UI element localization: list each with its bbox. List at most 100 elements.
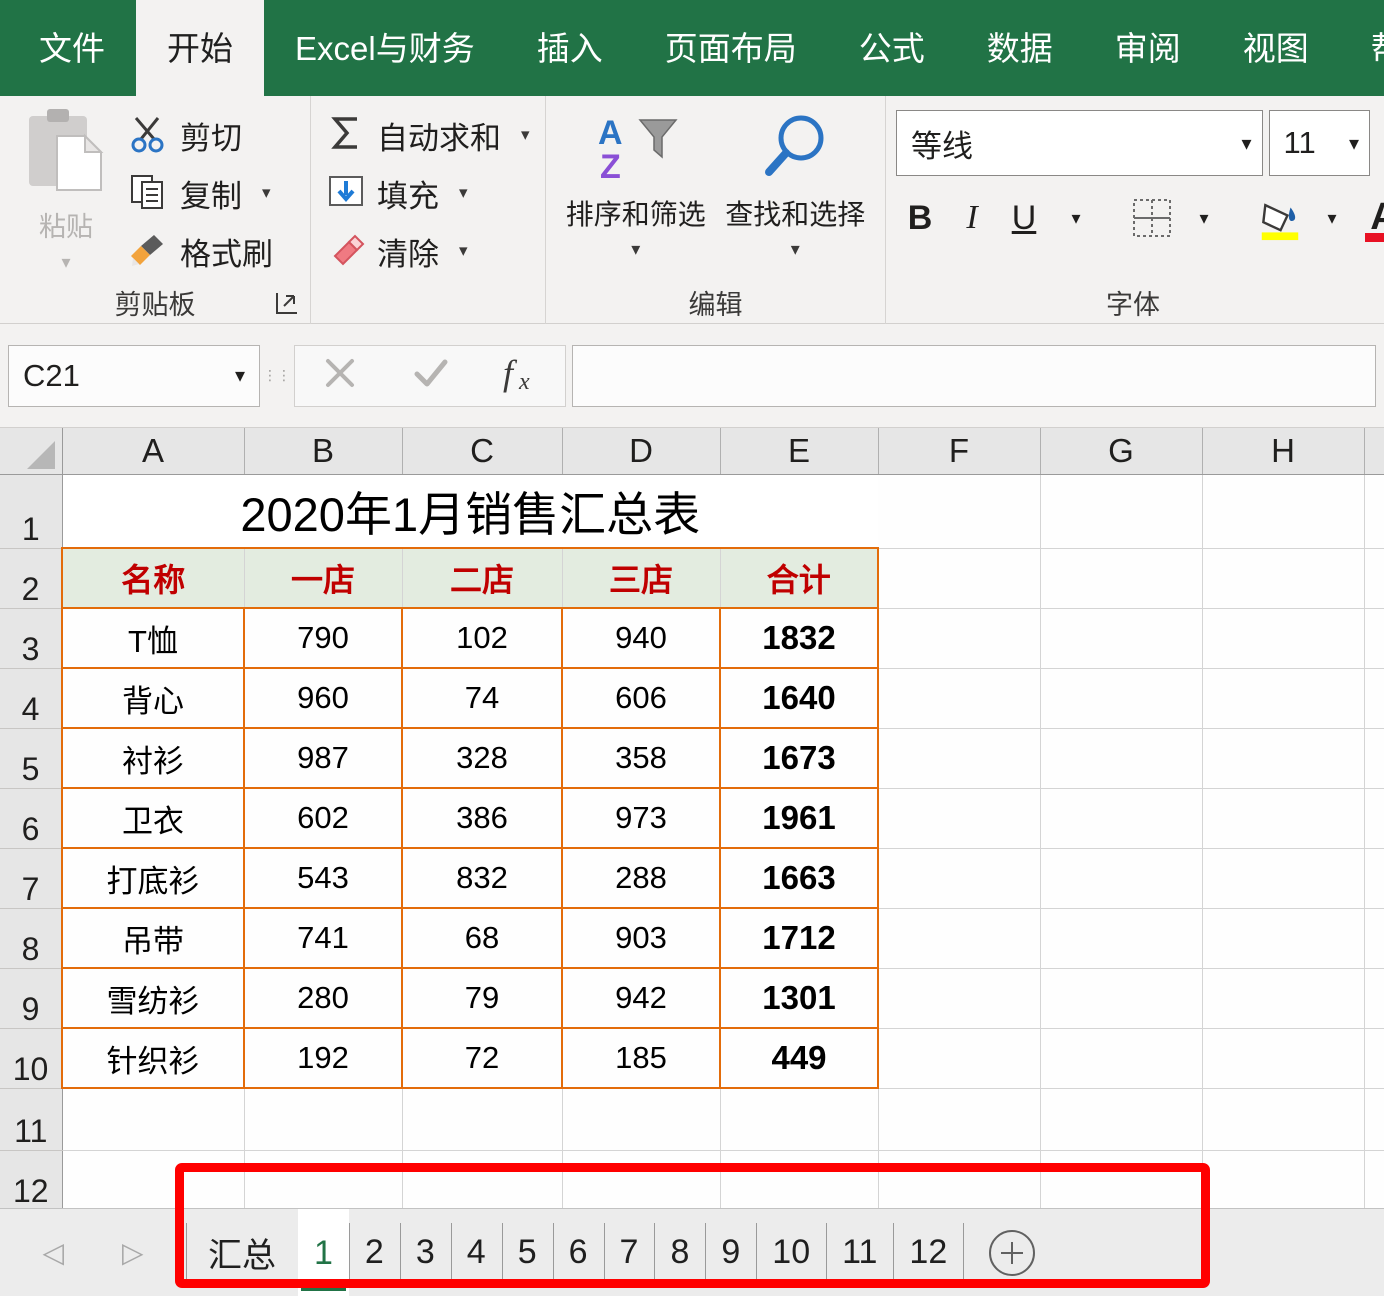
table-cell-s1[interactable]: 192 <box>243 1028 403 1089</box>
empty-cell[interactable] <box>1202 1028 1365 1089</box>
select-all-corner[interactable] <box>0 428 63 475</box>
sheet-tab-汇总[interactable]: 汇总 <box>186 1209 298 1296</box>
add-sheet-button[interactable] <box>964 1209 1060 1296</box>
empty-cell[interactable] <box>878 788 1041 849</box>
table-cell-name[interactable]: 卫衣 <box>61 788 245 849</box>
row-header-5[interactable]: 5 <box>0 728 63 789</box>
formula-bar-grip[interactable]: ⋮⋮ <box>260 345 294 407</box>
sheet-tab-1[interactable]: 1 <box>298 1209 349 1296</box>
column-header-H[interactable]: H <box>1202 428 1365 475</box>
table-header-cell[interactable]: 合计 <box>720 547 879 609</box>
ribbon-tab-0[interactable]: 文件 <box>8 0 136 96</box>
ribbon-tab-6[interactable]: 数据 <box>956 0 1084 96</box>
empty-cell[interactable] <box>1364 608 1384 669</box>
column-header-C[interactable]: C <box>402 428 563 475</box>
table-cell-name[interactable]: 雪纺衫 <box>61 968 245 1029</box>
table-cell-s2[interactable]: 72 <box>401 1028 563 1089</box>
empty-cell[interactable] <box>1040 474 1203 549</box>
empty-cell[interactable] <box>1364 848 1384 909</box>
autosum-chevron-down-icon[interactable]: ▾ <box>521 125 530 145</box>
empty-cell[interactable] <box>244 1088 403 1151</box>
empty-cell[interactable] <box>1040 1028 1203 1089</box>
sheet-title-cell[interactable]: 2020年1月销售汇总表 <box>62 474 878 548</box>
sheet-tab-7[interactable]: 7 <box>603 1209 655 1296</box>
find-select-chevron-down-icon[interactable]: ▾ <box>791 239 800 260</box>
empty-cell[interactable] <box>1364 668 1384 729</box>
empty-cell[interactable] <box>402 1150 563 1211</box>
table-cell-s3[interactable]: 606 <box>561 668 721 729</box>
empty-cell[interactable] <box>1202 848 1365 909</box>
empty-cell[interactable] <box>720 1150 879 1211</box>
empty-cell[interactable] <box>1364 1150 1384 1211</box>
sort-filter-chevron-down-icon[interactable]: ▾ <box>631 239 640 260</box>
row-header-11[interactable]: 11 <box>0 1088 63 1151</box>
font-name-combobox[interactable]: 等线 ▾ <box>896 110 1263 176</box>
font-size-chevron-down-icon[interactable]: ▾ <box>1349 131 1359 156</box>
row-header-12[interactable]: 12 <box>0 1150 63 1211</box>
table-cell-total[interactable]: 1832 <box>719 608 879 669</box>
empty-cell[interactable] <box>1202 548 1365 609</box>
table-cell-s1[interactable]: 543 <box>243 848 403 909</box>
insert-function-icon[interactable]: f x <box>499 351 541 400</box>
table-cell-s1[interactable]: 960 <box>243 668 403 729</box>
table-cell-s3[interactable]: 903 <box>561 908 721 969</box>
empty-cell[interactable] <box>1040 1150 1203 1211</box>
empty-cell[interactable] <box>1202 474 1365 549</box>
table-cell-name[interactable]: 针织衫 <box>61 1028 245 1089</box>
table-cell-s1[interactable]: 280 <box>243 968 403 1029</box>
sheet-tab-2[interactable]: 2 <box>348 1209 400 1296</box>
fill-chevron-down-icon[interactable]: ▾ <box>459 183 468 203</box>
underline-button[interactable]: U <box>1000 190 1048 246</box>
table-header-cell[interactable]: 名称 <box>61 547 245 609</box>
ribbon-tab-9[interactable]: 帮助 <box>1340 0 1384 96</box>
row-header-9[interactable]: 9 <box>0 968 63 1029</box>
sheet-tab-12[interactable]: 12 <box>893 1209 963 1296</box>
next-sheet-icon[interactable]: ▷ <box>122 1236 144 1269</box>
sheet-tab-4[interactable]: 4 <box>450 1209 502 1296</box>
table-cell-s2[interactable]: 74 <box>401 668 563 729</box>
table-cell-total[interactable]: 1712 <box>719 908 879 969</box>
table-header-cell[interactable]: 二店 <box>402 547 563 609</box>
table-cell-total[interactable]: 1301 <box>719 968 879 1029</box>
empty-cell[interactable] <box>1364 908 1384 969</box>
empty-cell[interactable] <box>878 908 1041 969</box>
table-cell-name[interactable]: 打底衫 <box>61 848 245 909</box>
empty-cell[interactable] <box>878 1150 1041 1211</box>
table-cell-s1[interactable]: 790 <box>243 608 403 669</box>
table-cell-s3[interactable]: 288 <box>561 848 721 909</box>
cut-button[interactable]: 剪切 <box>122 108 279 162</box>
format-painter-button[interactable]: 格式刷 <box>122 224 279 278</box>
font-size-combobox[interactable]: 11 ▾ <box>1268 110 1370 176</box>
sheet-tab-10[interactable]: 10 <box>756 1209 826 1296</box>
row-header-6[interactable]: 6 <box>0 788 63 849</box>
empty-cell[interactable] <box>878 728 1041 789</box>
sheet-tab-9[interactable]: 9 <box>705 1209 756 1296</box>
sheet-tab-8[interactable]: 8 <box>654 1209 705 1296</box>
empty-cell[interactable] <box>878 1088 1041 1151</box>
table-cell-s3[interactable]: 973 <box>561 788 721 849</box>
table-cell-total[interactable]: 449 <box>719 1028 879 1089</box>
empty-cell[interactable] <box>1040 668 1203 729</box>
table-cell-s3[interactable]: 942 <box>561 968 721 1029</box>
table-header-cell[interactable]: 三店 <box>562 547 721 609</box>
table-cell-s3[interactable]: 940 <box>561 608 721 669</box>
fill-color-chevron-down-icon[interactable]: ▾ <box>1308 190 1356 246</box>
copy-button[interactable]: 复制 ▾ <box>122 166 279 220</box>
previous-sheet-icon[interactable]: ◁ <box>42 1236 64 1269</box>
table-cell-name[interactable]: 衬衫 <box>61 728 245 789</box>
autosum-button[interactable]: 自动求和 ▾ <box>321 108 536 162</box>
empty-cell[interactable] <box>562 1150 721 1211</box>
ribbon-tab-3[interactable]: 插入 <box>506 0 634 96</box>
bold-button[interactable]: B <box>896 190 944 246</box>
empty-cell[interactable] <box>1364 1028 1384 1089</box>
ribbon-tab-1[interactable]: 开始 <box>136 0 264 96</box>
empty-cell[interactable] <box>1040 1088 1203 1151</box>
sheet-tab-6[interactable]: 6 <box>552 1209 604 1296</box>
column-header-D[interactable]: D <box>562 428 721 475</box>
borders-button[interactable] <box>1128 190 1176 246</box>
font-name-chevron-down-icon[interactable]: ▾ <box>1242 131 1252 156</box>
empty-cell[interactable] <box>878 848 1041 909</box>
paste-button[interactable]: 粘贴 ▾ <box>10 102 122 280</box>
table-cell-name[interactable]: 吊带 <box>61 908 245 969</box>
empty-cell[interactable] <box>1040 548 1203 609</box>
